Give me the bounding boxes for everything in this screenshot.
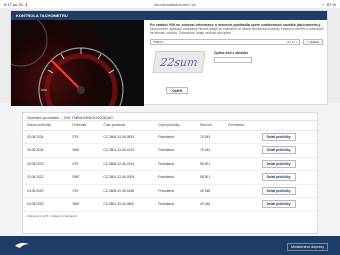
cell-note <box>224 170 258 185</box>
captcha-input[interactable] <box>214 56 252 63</box>
cell-km: 49 348 <box>196 197 225 212</box>
detail-button[interactable]: Detail prohlídky <box>261 159 296 168</box>
status-bar: 9:17 po 31. 3. ekontrolatachometru.cz ◔ … <box>0 0 340 8</box>
search-button-label: Hledat <box>310 39 319 44</box>
cell-kind: Pravidelná <box>154 197 197 212</box>
cell-action: Detail prohlídky <box>257 157 317 171</box>
cell-protocol: CZ-3608-24-06-0819 <box>99 130 155 144</box>
search-button[interactable]: ⌕ Hledat <box>303 38 323 45</box>
table-row: 03.06.2024 SME CZ-3801-24-06-0210 Pravid… <box>23 143 317 158</box>
vin-value: TMBAX... <box>153 39 166 44</box>
col-date: Datum prohlídky <box>23 121 69 131</box>
cell-note <box>224 130 258 144</box>
status-icons: ◔ 87 % <box>321 2 336 7</box>
note-text: Upozornění: Aplikace zobrazuje historii … <box>150 27 324 35</box>
cell-kind: Pravidelná <box>154 143 197 158</box>
detail-button[interactable]: Detail prohlídky <box>261 186 296 195</box>
vin-input[interactable]: TMBAX... (17 zn.) <box>150 38 300 45</box>
table-row: 03.06.2022 SME CZ-3801-22-06-0305 Pravid… <box>23 170 317 185</box>
footer-brand[interactable]: Ministerstvo dopravy <box>287 243 328 251</box>
cell-date: 03.06.2024 <box>23 143 69 158</box>
dashboard-image <box>11 20 144 106</box>
logo-icon <box>15 242 29 248</box>
cell-kind: Pravidelná <box>154 184 197 198</box>
detail-button[interactable]: Detail prohlídky <box>261 132 296 141</box>
speedometer-graphic <box>11 20 124 106</box>
table-header-row: Datum prohlídky Prohlídka Číslo protokol… <box>23 121 317 131</box>
cell-date: 03.06.2023 <box>23 157 69 171</box>
cell-note <box>224 157 258 171</box>
cell-protocol: CZ-3608-20-06-0188 <box>99 184 155 198</box>
verify-button[interactable]: Ověřit <box>166 87 188 94</box>
cell-protocol: CZ-3608-22-06-2154 <box>99 157 155 171</box>
vin-row: TMBAX... (17 zn.) ⌕ Hledat <box>150 38 326 45</box>
footer-bar: Ministerstvo dopravy <box>0 236 340 255</box>
table-row: 03.06.2023 STK CZ-3608-22-06-2154 Pravid… <box>23 157 317 171</box>
url-label: ekontrolatachometru.cz <box>154 1 196 7</box>
table-row: 04.06.2020 STK CZ-3608-20-06-0188 Pravid… <box>23 184 317 198</box>
cell-note <box>224 197 258 212</box>
cell-note <box>224 143 258 158</box>
search-panel: KONTROLA TACHOMETRU Po zadání VIN se zob… <box>10 10 328 106</box>
cell-km: 49 348 <box>196 184 225 198</box>
cell-kind: Pravidelná <box>154 157 197 171</box>
cell-protocol: CZ-3801-22-06-0305 <box>99 170 155 185</box>
battery-label: 87 % <box>326 1 336 7</box>
detail-button[interactable]: Detail prohlídky <box>261 173 296 182</box>
cell-type: STK <box>68 157 100 171</box>
table-row: 03.06.2024 STK CZ-3608-24-06-0819 Pravid… <box>23 130 317 144</box>
col-action <box>257 121 317 131</box>
cell-type: SME <box>68 197 100 212</box>
search-icon: ⌕ <box>307 39 309 44</box>
panel-title: KONTROLA TACHOMETRU <box>11 11 327 20</box>
cell-kind: Pravidelná <box>154 130 197 144</box>
cell-type: SME <box>68 170 100 185</box>
col-km: Stav km <box>196 121 225 131</box>
cell-km: 75 183 <box>196 143 225 158</box>
cell-date: 03.06.2024 <box>23 130 69 144</box>
col-kind: Druh prohlídky <box>154 121 197 131</box>
vin-hint: (17 zn.) <box>286 39 297 44</box>
captcha-image: 22sum <box>152 50 206 73</box>
col-protocol: Číslo protokolu <box>99 121 155 131</box>
captcha-area: 22sum Opište kód z obrázku <box>150 48 326 76</box>
cell-action: Detail prohlídky <box>257 130 317 144</box>
status-time: 9:17 po 31. 3. <box>4 1 29 7</box>
cell-kind: Pravidelná <box>154 170 197 185</box>
table-row: 04.06.2020 SME CZ-3801-19-05-0800 Pravid… <box>23 197 317 212</box>
cell-protocol: CZ-3801-19-05-0800 <box>99 197 155 212</box>
cell-action: Detail prohlídky <box>257 184 317 198</box>
table-title: Seznam prohlídek – VIN TMBAX9NK9J4026160 <box>23 113 317 121</box>
inspection-table-card: Seznam prohlídek – VIN TMBAX9NK9J4026160… <box>22 112 318 234</box>
cell-action: Detail prohlídky <box>257 143 317 158</box>
inspection-table: Datum prohlídky Prohlídka Číslo protokol… <box>23 121 317 212</box>
cell-km: 58 901 <box>196 157 225 171</box>
cell-note <box>224 184 258 198</box>
detail-button[interactable]: Detail prohlídky <box>261 200 296 209</box>
wifi-icon: ◔ <box>321 1 324 7</box>
cell-action: Detail prohlídky <box>257 170 317 185</box>
cell-type: STK <box>68 184 100 198</box>
cell-protocol: CZ-3801-24-06-0210 <box>99 143 155 158</box>
cell-km: 58 901 <box>196 170 225 185</box>
cell-date: 04.06.2020 <box>23 184 69 198</box>
cell-type: SME <box>68 143 100 158</box>
cell-type: STK <box>68 130 100 144</box>
detail-button[interactable]: Detail prohlídky <box>261 146 296 155</box>
cell-date: 04.06.2020 <box>23 197 69 212</box>
cell-km: 75 183 <box>196 130 225 144</box>
cell-date: 03.06.2022 <box>23 170 69 185</box>
col-note: Poznámka <box>224 121 258 131</box>
col-type: Prohlídka <box>68 121 100 131</box>
cell-action: Detail prohlídky <box>257 197 317 212</box>
table-footer: Zobrazuji 1 až 6 z celkem 6 záznamů <box>27 213 77 218</box>
captcha-label: Opište kód z obrázku <box>214 50 249 55</box>
